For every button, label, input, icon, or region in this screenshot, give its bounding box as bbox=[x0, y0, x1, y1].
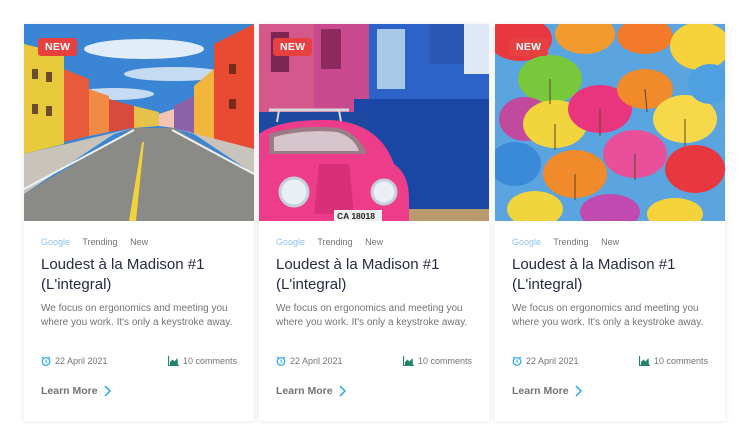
card-image[interactable]: NEW bbox=[24, 24, 254, 221]
date-info: 22 April 2021 bbox=[512, 356, 579, 366]
card-meta: 22 April 2021 10 comments bbox=[41, 356, 237, 370]
area-chart-icon bbox=[167, 356, 179, 366]
learn-more-link[interactable]: Learn More bbox=[276, 385, 346, 397]
license-plate: CA 18018 bbox=[337, 211, 375, 221]
comments-info[interactable]: 10 comments bbox=[167, 356, 237, 366]
area-chart-icon bbox=[638, 356, 650, 366]
learn-more-link[interactable]: Learn More bbox=[41, 385, 111, 397]
blog-card[interactable]: NEW Google Trending New Loudest à la Mad… bbox=[495, 24, 725, 421]
learn-more-label: Learn More bbox=[512, 385, 569, 397]
tag-link[interactable]: Trending bbox=[82, 237, 117, 247]
alarm-clock-icon bbox=[41, 356, 51, 366]
card-description: We focus on ergonomics and meeting you w… bbox=[41, 303, 233, 328]
area-chart-icon bbox=[402, 356, 414, 366]
tag-link[interactable]: New bbox=[130, 237, 148, 247]
comments-count: 10 comments bbox=[653, 356, 708, 366]
card-description: We focus on ergonomics and meeting you w… bbox=[276, 303, 468, 328]
tag-link[interactable]: Google bbox=[512, 237, 541, 247]
tag-link[interactable]: Trending bbox=[553, 237, 588, 247]
card-meta: 22 April 2021 10 comments bbox=[512, 356, 708, 370]
comments-info[interactable]: 10 comments bbox=[402, 356, 472, 366]
date-text: 22 April 2021 bbox=[526, 356, 579, 366]
learn-more-label: Learn More bbox=[41, 385, 98, 397]
chevron-right-icon bbox=[104, 385, 111, 397]
card-image[interactable]: CA 18018 NEW bbox=[259, 24, 489, 221]
tag-list: Google Trending New bbox=[276, 237, 393, 247]
tag-link[interactable]: Google bbox=[276, 237, 305, 247]
tag-link[interactable]: New bbox=[601, 237, 619, 247]
tag-link[interactable]: Trending bbox=[317, 237, 352, 247]
new-badge: NEW bbox=[509, 38, 549, 56]
comments-info[interactable]: 10 comments bbox=[638, 356, 708, 366]
comments-count: 10 comments bbox=[182, 356, 237, 366]
chevron-right-icon bbox=[339, 385, 346, 397]
tag-list: Google Trending New bbox=[512, 237, 629, 247]
tag-link[interactable]: New bbox=[365, 237, 383, 247]
chevron-right-icon bbox=[575, 385, 582, 397]
alarm-clock-icon bbox=[276, 356, 286, 366]
date-text: 22 April 2021 bbox=[55, 356, 108, 366]
blog-card[interactable]: CA 18018 NEW Google Trending New Loudest… bbox=[259, 24, 489, 421]
new-badge: NEW bbox=[38, 38, 78, 56]
date-info: 22 April 2021 bbox=[41, 356, 108, 366]
card-meta: 22 April 2021 10 comments bbox=[276, 356, 472, 370]
card-image[interactable]: NEW bbox=[495, 24, 725, 221]
card-description: We focus on ergonomics and meeting you w… bbox=[512, 303, 704, 328]
card-title[interactable]: Loudest à la Madison #1 (L'integral) bbox=[276, 255, 481, 295]
alarm-clock-icon bbox=[512, 356, 522, 366]
comments-count: 10 comments bbox=[417, 356, 472, 366]
card-title[interactable]: Loudest à la Madison #1 (L'integral) bbox=[512, 255, 717, 295]
learn-more-label: Learn More bbox=[276, 385, 333, 397]
tag-list: Google Trending New bbox=[41, 237, 158, 247]
tag-link[interactable]: Google bbox=[41, 237, 70, 247]
blog-card[interactable]: NEW Google Trending New Loudest à la Mad… bbox=[24, 24, 254, 421]
date-text: 22 April 2021 bbox=[290, 356, 343, 366]
learn-more-link[interactable]: Learn More bbox=[512, 385, 582, 397]
card-title[interactable]: Loudest à la Madison #1 (L'integral) bbox=[41, 255, 246, 295]
new-badge: NEW bbox=[273, 38, 313, 56]
date-info: 22 April 2021 bbox=[276, 356, 343, 366]
